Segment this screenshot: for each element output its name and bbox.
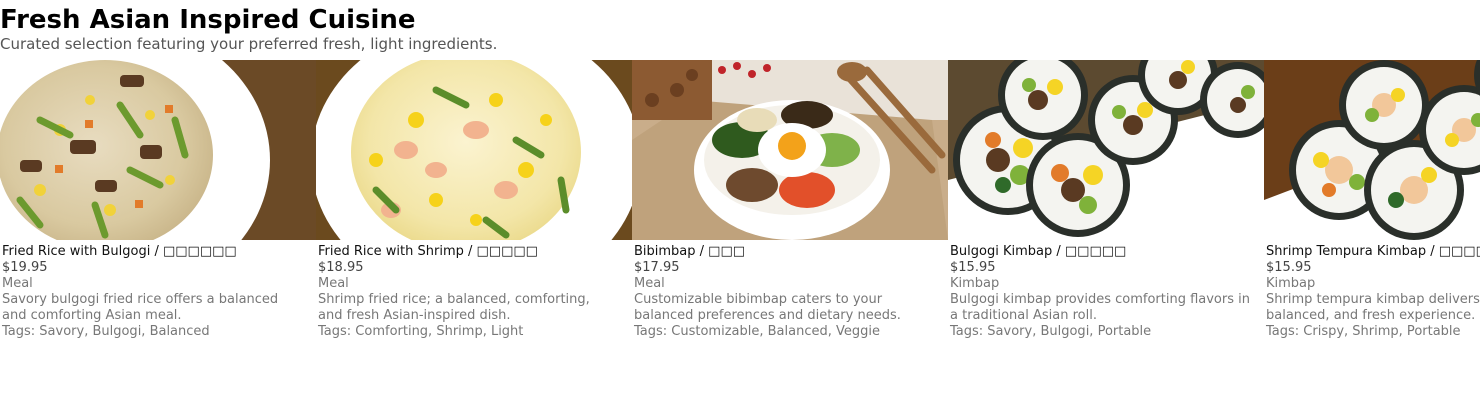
item-tags: Tags: Savory, Bulgogi, Portable xyxy=(950,324,1152,339)
item-price: $17.95 xyxy=(634,260,680,275)
menu-card-bibimbap[interactable]: Bibimbap / □□□ $17.95 Meal Customizable … xyxy=(632,60,948,390)
menu-page: Fresh Asian Inspired Cuisine Curated sel… xyxy=(0,0,1480,400)
item-tags: Tags: Customizable, Balanced, Veggie xyxy=(634,324,880,339)
item-category: Meal xyxy=(2,276,33,291)
item-tags: Tags: Crispy, Shrimp, Portable xyxy=(1266,324,1461,339)
item-name: Fried Rice with Shrimp / □□□□□ xyxy=(318,244,538,259)
bibimbap-photo[interactable] xyxy=(632,60,948,240)
item-description: Savory bulgogi fried rice offers a balan… xyxy=(2,292,279,323)
page-subtitle: Curated selection featuring your preferr… xyxy=(0,35,498,53)
item-description: Shrimp fried rice; a balanced, comfortin… xyxy=(318,292,590,323)
item-description: Customizable bibimbap caters to your bal… xyxy=(634,292,901,323)
item-name: Bulgogi Kimbap / □□□□□ xyxy=(950,244,1127,259)
item-description: Bulgogi kimbap provides comforting flavo… xyxy=(950,292,1250,323)
item-price: $18.95 xyxy=(318,260,364,275)
shrimp-tempura-kimbap-photo[interactable] xyxy=(1264,60,1480,240)
menu-card-shrimp-tempura-kimbap[interactable]: Shrimp Tempura Kimbap / □□□□□□ $15.95 Ki… xyxy=(1264,60,1480,390)
fried-rice-shrimp-photo[interactable] xyxy=(316,60,632,240)
menu-card-fried-rice-bulgogi[interactable]: Fried Rice with Bulgogi / □□□□□□ $19.95 … xyxy=(0,60,316,390)
item-price: $15.95 xyxy=(950,260,996,275)
item-price: $19.95 xyxy=(2,260,48,275)
menu-card-fried-rice-shrimp[interactable]: Fried Rice with Shrimp / □□□□□ $18.95 Me… xyxy=(316,60,632,390)
menu-card-bulgogi-kimbap[interactable]: Bulgogi Kimbap / □□□□□ $15.95 Kimbap Bul… xyxy=(948,60,1264,390)
page-title: Fresh Asian Inspired Cuisine xyxy=(0,5,416,35)
item-description: Shrimp tempura kimbap delivers a satisfy… xyxy=(1266,292,1480,323)
item-tags: Tags: Savory, Bulgogi, Balanced xyxy=(2,324,210,339)
item-price: $15.95 xyxy=(1266,260,1312,275)
item-name: Bibimbap / □□□ xyxy=(634,244,746,259)
item-category: Kimbap xyxy=(1266,276,1316,291)
item-category: Meal xyxy=(634,276,665,291)
item-name: Fried Rice with Bulgogi / □□□□□□ xyxy=(2,244,237,259)
fried-rice-bulgogi-photo[interactable] xyxy=(0,60,316,240)
menu-card-list: Fried Rice with Bulgogi / □□□□□□ $19.95 … xyxy=(0,60,1480,400)
item-category: Meal xyxy=(318,276,349,291)
bulgogi-kimbap-photo[interactable] xyxy=(948,60,1264,240)
item-name: Shrimp Tempura Kimbap / □□□□□□ xyxy=(1266,244,1480,259)
item-tags: Tags: Comforting, Shrimp, Light xyxy=(318,324,524,339)
item-category: Kimbap xyxy=(950,276,1000,291)
